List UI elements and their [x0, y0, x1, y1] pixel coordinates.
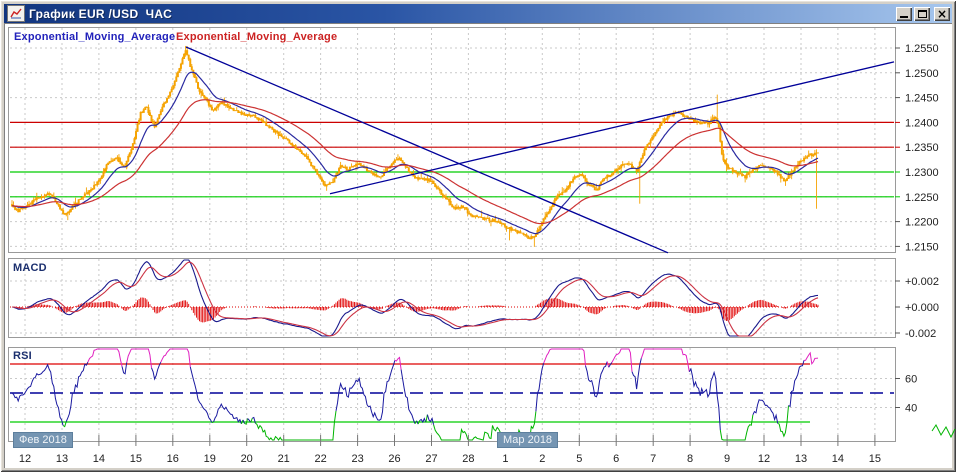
window-title: График EUR /USD ЧАС: [29, 7, 894, 21]
titlebar[interactable]: График EUR /USD ЧАС ×: [4, 4, 952, 23]
close-icon: ×: [937, 8, 947, 20]
close-button[interactable]: ×: [934, 7, 950, 21]
chart-window-icon: [7, 5, 25, 22]
maximize-icon: [918, 10, 927, 18]
maximize-button[interactable]: [914, 7, 930, 21]
chart-window: График EUR /USD ЧАС × 1.25501.25001.2450…: [0, 0, 956, 472]
minimize-button[interactable]: [896, 7, 912, 21]
minimize-icon: [900, 16, 908, 18]
chart-client-area: [4, 23, 952, 468]
